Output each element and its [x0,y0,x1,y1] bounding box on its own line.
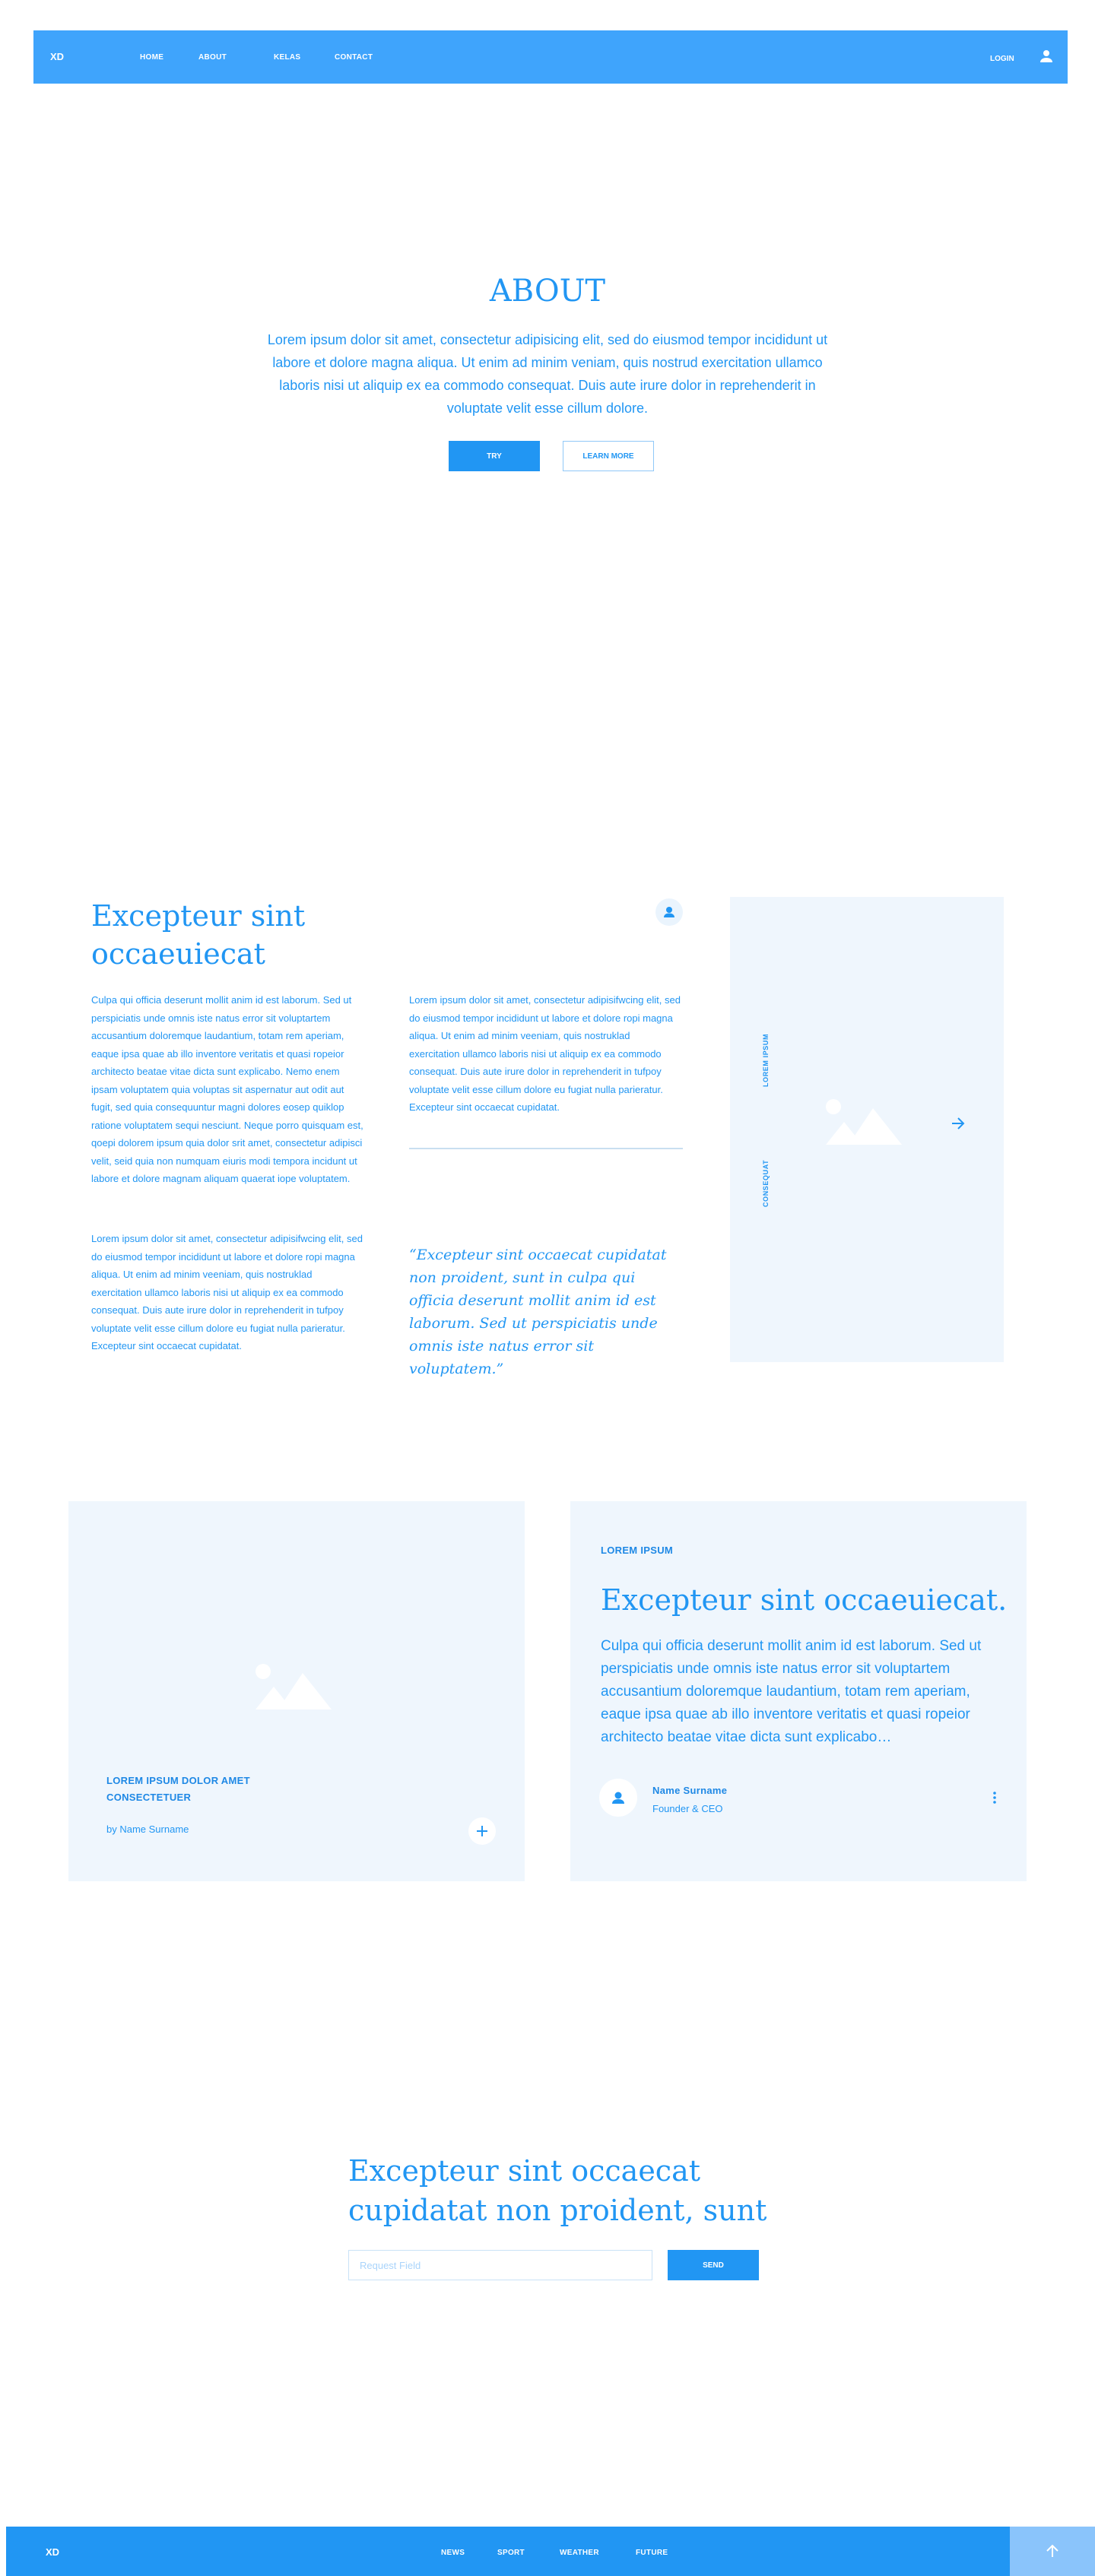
nav-home[interactable]: HOME [140,53,163,62]
hero-description: Lorem ipsum dolor sit amet, consectetur … [267,332,828,416]
image-placeholder-icon [826,1099,902,1145]
avatar[interactable] [599,1779,637,1817]
nav-contact[interactable]: CONTACT [335,53,373,62]
card-title: LOREM IPSUM DOLOR AMET [106,1775,250,1786]
plus-icon [477,1826,487,1836]
logo[interactable]: XD [50,51,64,62]
author-role: Founder & CEO [652,1803,723,1814]
card-tag: LOREM IPSUM [601,1545,674,1556]
card-byline: by Name Surname [106,1823,189,1835]
send-button[interactable]: SEND [668,2250,759,2280]
pull-quote: “Excepteur sint occaecat cupidatat non p… [409,1247,667,1377]
more-vert-icon[interactable] [987,1790,1002,1805]
back-to-top-button[interactable] [1010,2527,1095,2576]
nav-about[interactable]: ABOUT [198,53,227,62]
side-label: LOREM IPSUM [762,1033,770,1087]
login-link[interactable]: LOGIN [990,55,1014,63]
footer-bar: XD NEWS SPORT WEATHER FUTURE [6,2527,1010,2576]
learn-more-button[interactable]: LEARN MORE [563,441,654,471]
feature-paragraph: Lorem ipsum dolor sit amet, consectetur … [91,1233,363,1351]
nav-kelas[interactable]: KELAS [274,53,300,62]
image-placeholder-icon [256,1664,332,1709]
feature-paragraph: Culpa qui officia deserunt mollit anim i… [91,994,363,1184]
footer-logo[interactable]: XD [46,2546,59,2558]
request-field-input[interactable] [348,2250,652,2280]
try-button[interactable]: TRY [449,441,540,471]
user-icon [664,907,674,917]
card-title: CONSECTETUER [106,1792,192,1803]
top-navigation-bar: XD HOME ABOUT KELAS CONTACT LOGIN [33,30,1068,84]
user-icon [612,1792,624,1804]
author-name: Name Surname [652,1785,728,1796]
arrow-up-icon [1046,2544,1058,2557]
arrow-right-icon[interactable] [949,1114,967,1133]
article-card: LOREM IPSUM Excepteur sint occaeuiecat. … [570,1501,1027,1881]
plus-button[interactable] [468,1817,496,1845]
page-title: ABOUT [489,274,606,309]
footer-nav-news[interactable]: NEWS [441,2549,465,2557]
side-label: CONSEQUAT [762,1159,770,1207]
footer-nav-future[interactable]: FUTURE [636,2549,668,2557]
footer-nav-weather[interactable]: WEATHER [560,2549,599,2557]
user-icon[interactable] [1037,47,1055,65]
image-panel: LOREM IPSUM CONSEQUAT [730,897,1004,1362]
newsletter-title: Excepteur sint occaecat cupidatat non pr… [348,2154,767,2227]
section-title: Excepteur sint occaeuiecat [91,899,306,971]
feature-paragraph: Lorem ipsum dolor sit amet, consectetur … [409,994,681,1113]
blog-card[interactable]: LOREM IPSUM DOLOR AMET CONSECTETUER by N… [68,1501,525,1881]
avatar[interactable] [655,898,683,926]
card-body: Culpa qui officia deserunt mollit anim i… [601,1638,982,1745]
card-headline: Excepteur sint occaeuiecat. [601,1583,1008,1617]
footer-nav-sport[interactable]: SPORT [497,2549,525,2557]
divider [409,1148,683,1149]
